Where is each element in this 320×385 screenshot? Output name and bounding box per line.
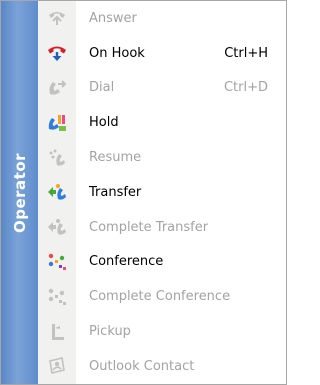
- complete-transfer-icon: [47, 217, 67, 237]
- menu-item-on-hook[interactable]: On Hook Ctrl+H: [38, 36, 286, 71]
- menu-item-hold[interactable]: Hold: [38, 105, 286, 140]
- menu-item-resume[interactable]: Resume: [38, 140, 286, 175]
- menu-side-label: Operator: [10, 152, 29, 233]
- menu-item-label: Transfer: [89, 184, 142, 200]
- outlook-contact-icon: [47, 356, 67, 376]
- menu-item-label: On Hook: [89, 45, 145, 61]
- menu-item-shortcut: Ctrl+D: [223, 80, 268, 96]
- operator-context-menu: Operator Answer On Hook Ctrl+H Dial Ctrl…: [0, 0, 287, 385]
- menu-item-transfer[interactable]: Transfer: [38, 175, 286, 210]
- conference-icon: [47, 252, 67, 272]
- pickup-icon: [47, 322, 67, 342]
- resume-icon: [47, 148, 67, 168]
- menu-item-dial[interactable]: Dial Ctrl+D: [38, 71, 286, 106]
- menu-item-shortcut: Ctrl+H: [224, 45, 268, 61]
- menu-item-label: Hold: [89, 115, 119, 131]
- phone-answer-icon: [47, 8, 67, 28]
- menu-item-conference[interactable]: Conference: [38, 245, 286, 280]
- menu-item-pickup[interactable]: Pickup: [38, 314, 286, 349]
- phone-dial-icon: [47, 78, 67, 98]
- complete-conference-icon: [47, 287, 67, 307]
- menu-item-complete-conference[interactable]: Complete Conference: [38, 279, 286, 314]
- menu-item-label: Complete Conference: [89, 289, 231, 305]
- menu-item-outlook-contact[interactable]: Outlook Contact: [38, 349, 286, 384]
- menu-item-label: Conference: [89, 254, 164, 270]
- menu-item-label: Answer: [89, 10, 137, 26]
- menu-item-label: Outlook Contact: [89, 358, 195, 374]
- menu-item-label: Dial: [89, 80, 115, 96]
- hold-icon: [47, 113, 67, 133]
- phone-hangup-icon: [47, 43, 67, 63]
- transfer-icon: [47, 182, 67, 202]
- menu-item-label: Complete Transfer: [89, 219, 209, 235]
- menu-item-label: Resume: [89, 150, 142, 166]
- menu-item-label: Pickup: [89, 324, 131, 340]
- menu-item-complete-transfer[interactable]: Complete Transfer: [38, 210, 286, 245]
- menu-side-band: Operator: [1, 1, 38, 384]
- menu-items: Answer On Hook Ctrl+H Dial Ctrl+D Hold R…: [38, 1, 286, 384]
- menu-item-answer[interactable]: Answer: [38, 1, 286, 36]
